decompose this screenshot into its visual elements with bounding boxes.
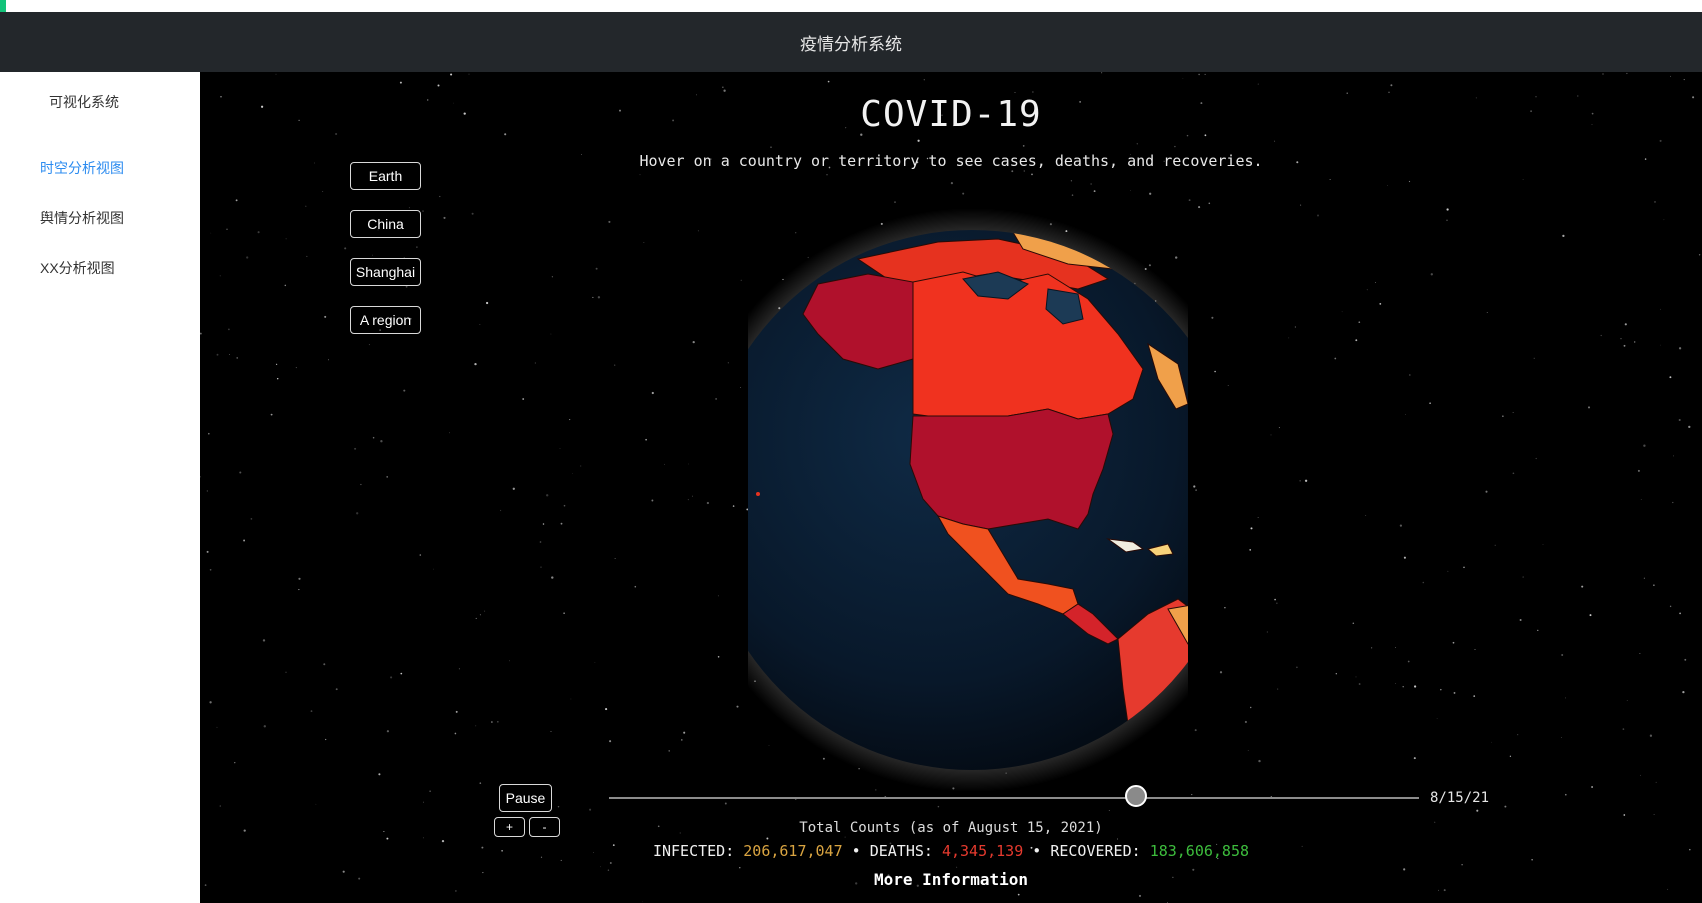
- view-region-button[interactable]: A region: [350, 306, 421, 334]
- more-information-link[interactable]: More Information: [200, 870, 1702, 889]
- infected-value: 206,617,047: [743, 842, 843, 860]
- pause-button[interactable]: Pause: [499, 784, 552, 812]
- sidebar: 可视化系统 时空分析视图 舆情分析视图 XX分析视图: [0, 72, 200, 903]
- covid-globe[interactable]: [748, 194, 1188, 834]
- app-title: 疫情分析系统: [800, 34, 902, 54]
- timeline-handle[interactable]: [1124, 785, 1147, 807]
- totals-line: INFECTED: 206,617,047 • DEATHS: 4,345,13…: [200, 842, 1702, 860]
- sidebar-brand: 可视化系统: [49, 94, 119, 110]
- timeline-track[interactable]: [609, 797, 1419, 799]
- sidebar-item-sentiment[interactable]: 舆情分析视图: [40, 208, 124, 228]
- timeline-date: 8/15/21: [1430, 790, 1490, 806]
- sidebar-item-xx-analysis[interactable]: XX分析视图: [40, 258, 115, 278]
- view-shanghai-button[interactable]: Shanghai: [350, 258, 421, 286]
- recovered-value: 183,606,858: [1149, 842, 1250, 860]
- app-header: 疫情分析系统: [0, 12, 1702, 72]
- deaths-label: DEATHS:: [869, 842, 933, 860]
- page-title: COVID-19: [860, 94, 1042, 135]
- deaths-value: 4,345,139: [941, 842, 1024, 860]
- region-united-states[interactable]: [909, 408, 1114, 530]
- separator-1: •: [851, 842, 861, 860]
- totals-heading: Total Counts (as of August 15, 2021): [799, 820, 1103, 836]
- page-subtitle: Hover on a country or territory to see c…: [639, 152, 1263, 170]
- recovered-label: RECOVERED:: [1050, 842, 1141, 860]
- sidebar-item-spatiotemporal[interactable]: 时空分析视图: [40, 158, 124, 178]
- globe-view: Earth China Shanghai A region COVID-19 H…: [200, 72, 1702, 903]
- view-china-button[interactable]: China: [350, 210, 421, 238]
- infected-label: INFECTED:: [652, 842, 735, 860]
- separator-2: •: [1032, 842, 1042, 860]
- region-hawaii[interactable]: [756, 492, 760, 496]
